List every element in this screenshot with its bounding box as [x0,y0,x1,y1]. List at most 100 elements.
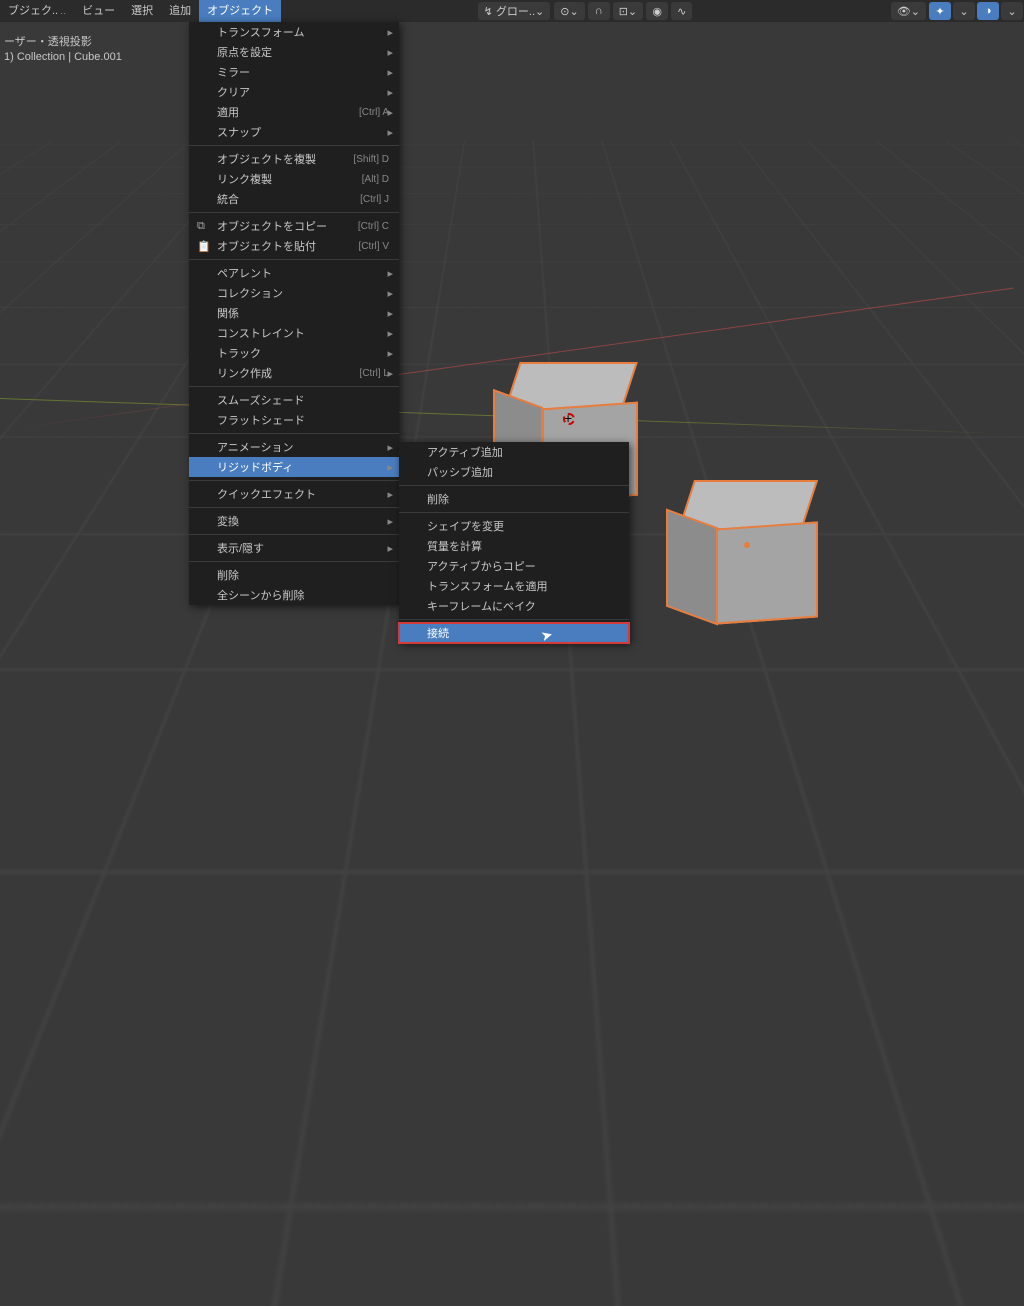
object-menu-item[interactable]: 全シーンから削除 [189,585,399,605]
menu-item-label: パッシブ追加 [427,464,493,480]
object-menu-item[interactable]: トラック▸ [189,343,399,363]
menu-separator [399,512,629,513]
submenu-arrow-icon: ▸ [387,327,393,340]
menu-item-label: キーフレームにベイク [427,598,536,614]
visibility-dropdown[interactable]: 👁⌄ [891,2,926,20]
menu-item-label: アクティブ追加 [427,444,503,460]
object-menu-item[interactable]: トランスフォーム▸ [189,22,399,42]
orientation-dropdown[interactable]: ↯ グロー..⌄ [478,2,551,20]
object-menu-item[interactable]: ペアレント▸ [189,263,399,283]
menu-item-label: ミラー [217,64,250,80]
submenu-arrow-icon: ▸ [387,488,393,501]
menu-item-icon: ⧉ [197,220,205,233]
menu-separator [189,145,399,146]
rigidbody-menu-item[interactable]: アクティブからコピー [399,556,629,576]
object-menu-item[interactable]: 📋 オブジェクトを貼付 [Ctrl] V [189,236,399,256]
menu-shortcut: [Ctrl] V [358,241,389,252]
object-menu-item[interactable]: リンク複製[Alt] D [189,169,399,189]
menu-item-label: ペアレント [217,265,272,281]
object-menu-item[interactable]: ⧉オブジェクトをコピー[Ctrl] C [189,216,399,236]
curve-icon: ∿ [677,5,686,18]
menu-item-label: オブジェクトを複製 [217,151,316,167]
object-menu-item[interactable]: 適用[Ctrl] A▸ [189,102,399,122]
menu-item-label: 質量を計算 [427,538,482,554]
rigidbody-menu-item[interactable]: 削除 [399,489,629,509]
object-menu-item[interactable]: 統合[Ctrl] J [189,189,399,209]
menu-shortcut: [Shift] D [353,154,389,165]
object-menu-item[interactable]: スナップ ▸ [189,122,399,142]
object-menu-item[interactable]: ミラー▸ [189,62,399,82]
menu-item-label: リンク作成 [217,365,272,381]
header-toolbar: ブジェク.. ビュー 選択 追加 オブジェクト ↯ グロー..⌄ ⊙⌄ ∩ ⊡⌄… [0,0,1024,22]
pivot-dropdown[interactable]: ⊙⌄ [554,2,584,20]
menu-item-label: 関係 [217,305,239,321]
object-menu-item[interactable]: アニメーション▸ [189,437,399,457]
menu-select[interactable]: 選択 [123,0,161,22]
snap-target-icon: ⊡ [619,5,628,18]
rigidbody-menu-item[interactable]: キーフレームにベイク [399,596,629,616]
menu-item-label: 原点を設定 [217,44,272,60]
gizmo-toggle[interactable]: ✦ [929,2,951,20]
submenu-arrow-icon: ▸ [387,347,393,360]
chevron-down-icon: ⌄ [959,5,968,18]
menu-separator [399,485,629,486]
object-menu-item[interactable]: スムーズシェード [189,390,399,410]
object-menu-item[interactable]: コンストレイント▸ [189,323,399,343]
rigidbody-menu-item[interactable]: 質量を計算 [399,536,629,556]
object-menu-item[interactable]: リジッドボディ▸ [189,457,399,477]
menu-item-label: スムーズシェード [217,392,304,408]
menu-item-label: 表示/隠す [217,540,264,556]
menu-shortcut: [Ctrl] L [360,368,389,379]
object-menu-item[interactable]: リンク作成 [Ctrl] L▸ [189,363,399,383]
object-menu-item[interactable]: フラットシェード [189,410,399,430]
overlay-dropdown[interactable]: ⌄ [1001,2,1023,20]
object-menu-item[interactable]: 関係▸ [189,303,399,323]
menu-add[interactable]: 追加 [161,0,199,22]
rigidbody-menu-item[interactable]: トランスフォームを適用 [399,576,629,596]
menu-view[interactable]: ビュー [74,0,123,22]
overlay-toggle[interactable]: ◑ [977,2,999,20]
menu-item-label: フラットシェード [217,412,305,428]
snap-toggle[interactable]: ∩ [588,2,610,20]
proportional-falloff-dropdown[interactable]: ∿ [671,2,692,20]
magnet-icon: ∩ [595,5,603,17]
object-menu-item[interactable]: コレクション ▸ [189,283,399,303]
chevron-down-icon: ⌄ [535,5,544,18]
object-menu-item[interactable]: クイックエフェクト▸ [189,484,399,504]
gizmo-dropdown[interactable]: ⌄ [953,2,975,20]
object-menu-item[interactable]: 表示/隠す▸ [189,538,399,558]
menu-item-label: 適用 [217,104,239,120]
menu-item-label: オブジェクトを貼付 [217,238,316,254]
menu-item-label: 削除 [427,491,449,507]
object-origin-dot [744,542,750,548]
rigidbody-submenu[interactable]: アクティブ追加パッシブ追加削除シェイプを変更質量を計算アクティブからコピートラン… [399,442,629,643]
menu-separator [189,480,399,481]
collection-path: 1) Collection | Cube.001 [0,50,126,64]
object-menu-item[interactable]: オブジェクトを複製 [Shift] D [189,149,399,169]
snap-dropdown[interactable]: ⊡⌄ [613,2,643,20]
rigidbody-menu-item[interactable]: アクティブ追加 [399,442,629,462]
menu-separator [189,561,399,562]
object-menu-item[interactable]: 変換▸ [189,511,399,531]
object-menu-item[interactable]: クリア▸ [189,82,399,102]
submenu-arrow-icon: ▸ [387,287,393,300]
rigidbody-menu-item[interactable]: シェイプを変更 [399,516,629,536]
menu-item-label: コレクション [217,285,283,301]
submenu-arrow-icon: ▸ [387,126,393,139]
mode-dropdown[interactable]: ブジェク.. [0,0,74,22]
object-menu-item[interactable]: 原点を設定▸ [189,42,399,62]
menu-separator [189,259,399,260]
object-menu-item[interactable]: 削除 [189,565,399,585]
rigidbody-menu-item[interactable]: パッシブ追加 [399,462,629,482]
object-menu[interactable]: トランスフォーム▸原点を設定▸ミラー▸クリア▸適用[Ctrl] A▸スナップ▸オ… [189,22,399,605]
menu-item-label: 変換 [217,513,239,529]
grid-floor [0,141,1024,1306]
submenu-arrow-icon: ▸ [387,367,393,380]
proportional-edit-toggle[interactable]: ◉ [646,2,668,20]
rigidbody-menu-item[interactable]: 接続 [399,623,629,643]
menu-item-label: アニメーション [217,439,294,455]
menu-item-icon: 📋 [197,240,211,253]
menu-item-label: スナップ [217,124,261,140]
eye-icon: 👁 [897,5,911,18]
menu-object[interactable]: オブジェクト [199,0,281,22]
